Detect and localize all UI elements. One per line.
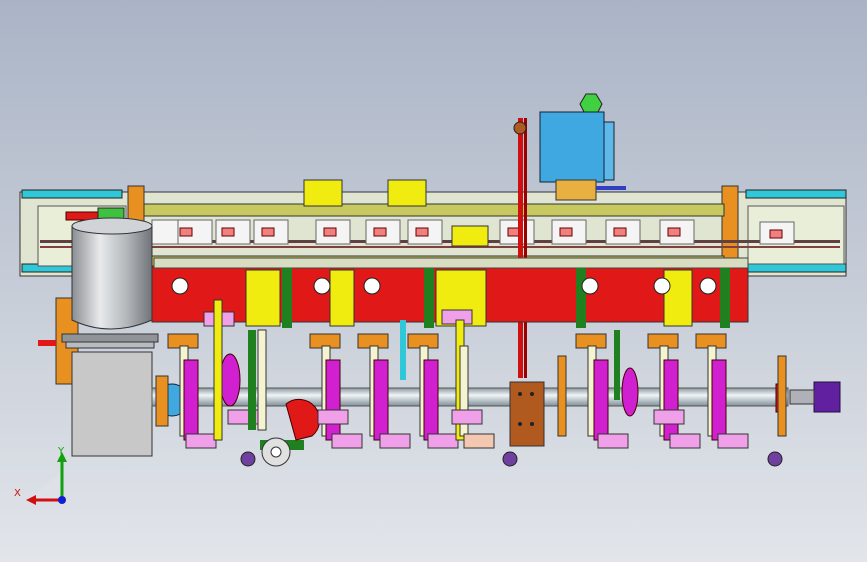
gearbox-icon xyxy=(38,340,153,457)
brown-bracket xyxy=(509,381,545,447)
cad-viewport[interactable]: Y X xyxy=(0,0,867,562)
y-axis-label: Y xyxy=(57,446,65,457)
machine-assembly: Y X xyxy=(14,93,847,505)
x-axis-label: X xyxy=(14,488,21,499)
triad-icon: Y X xyxy=(14,446,67,505)
